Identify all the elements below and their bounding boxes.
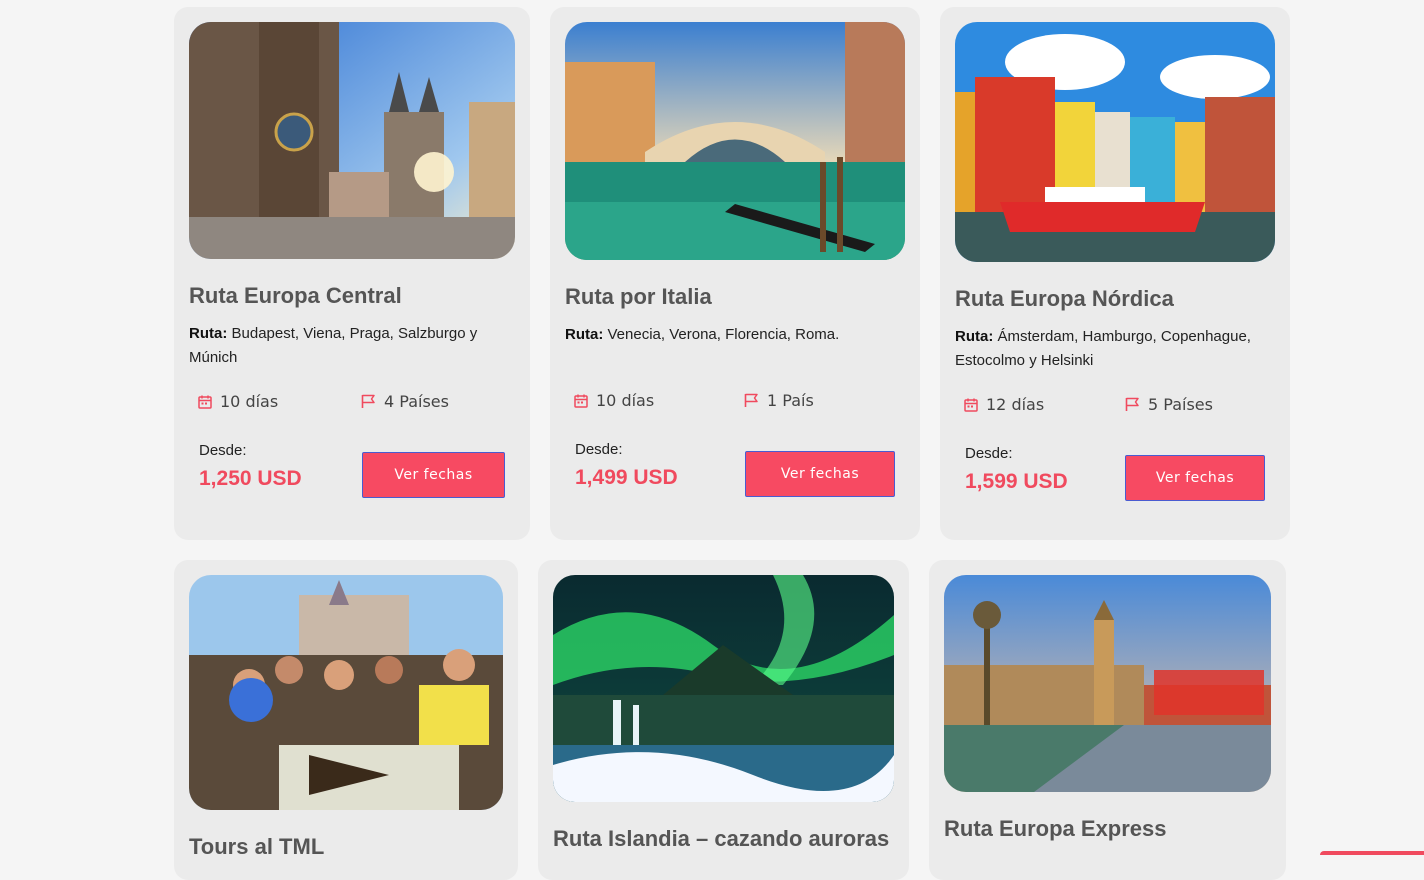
flag-icon [361,394,375,408]
tour-countries: 4 Países [361,392,449,411]
tour-route: Ruta: Venecia, Verona, Florencia, Roma. [565,323,895,347]
tour-title[interactable]: Tours al TML [189,834,324,860]
calendar-icon [574,394,588,408]
tour-days: 10 días [574,391,654,410]
floating-widget-edge[interactable] [1320,851,1424,855]
flag-icon [1125,397,1139,411]
tour-image[interactable] [565,22,905,260]
route-label: Ruta: [189,325,228,342]
tour-days: 10 días [198,392,278,411]
route-cities: Venecia, Verona, Florencia, Roma. [607,326,840,343]
calendar-icon [964,398,978,412]
route-cities: Budapest, Viena, Praga, Salzburgo y Múni… [189,325,478,366]
route-label: Ruta: [955,328,994,345]
route-cities: Ámsterdam, Hamburgo, Copenhague, Estocol… [955,328,1251,369]
tour-days: 12 días [964,395,1044,414]
tour-title[interactable]: Ruta Islandia – cazando auroras [553,826,889,852]
days-text: 12 días [986,395,1045,414]
tour-image[interactable] [955,22,1275,262]
days-text: 10 días [596,391,655,410]
tour-countries: 1 País [744,391,814,410]
tour-countries: 5 Países [1125,395,1213,414]
tour-title[interactable]: Ruta Europa Express [944,816,1167,842]
tour-title[interactable]: Ruta por Italia [565,284,712,310]
tour-route: Ruta: Budapest, Viena, Praga, Salzburgo … [189,322,509,370]
tour-image[interactable] [189,22,515,259]
from-label: Desde: [575,441,623,458]
see-dates-button[interactable]: Ver fechas [1125,455,1265,501]
countries-text: 5 Países [1148,395,1213,414]
tour-route: Ruta: Ámsterdam, Hamburgo, Copenhague, E… [955,325,1275,373]
tour-title[interactable]: Ruta Europa Central [189,283,402,309]
see-dates-button[interactable]: Ver fechas [745,451,895,497]
flag-icon [744,393,758,407]
calendar-icon [198,395,212,409]
from-label: Desde: [965,445,1013,462]
days-text: 10 días [220,392,279,411]
route-label: Ruta: [565,326,604,343]
countries-text: 1 País [767,391,814,410]
tour-price: 1,599 USD [965,470,1068,493]
tour-price: 1,499 USD [575,466,678,489]
tour-image[interactable] [944,575,1271,792]
tour-image[interactable] [189,575,503,810]
countries-text: 4 Países [384,392,449,411]
tour-price: 1,250 USD [199,467,302,490]
from-label: Desde: [199,442,247,459]
tour-image[interactable] [553,575,894,802]
see-dates-button[interactable]: Ver fechas [362,452,505,498]
tour-title[interactable]: Ruta Europa Nórdica [955,286,1174,312]
